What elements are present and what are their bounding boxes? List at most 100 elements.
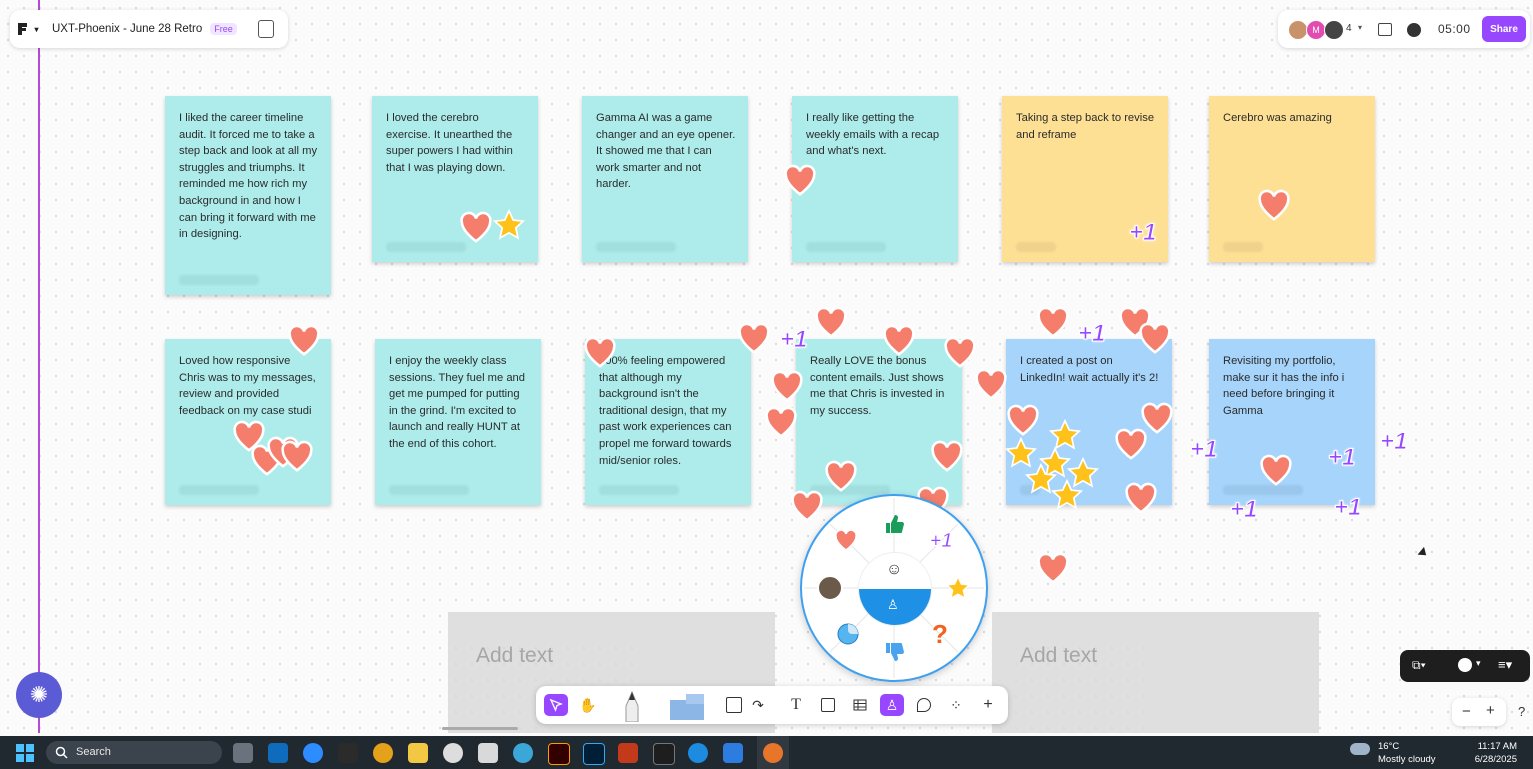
chrome-icon[interactable] (373, 743, 393, 763)
collaborator-count[interactable]: 4 (1346, 23, 1352, 34)
photoshop-icon[interactable] (583, 743, 605, 765)
shape-type-icon[interactable]: ⧉▾ (1412, 658, 1426, 673)
notepad-icon[interactable] (723, 743, 743, 763)
heart-icon[interactable] (814, 306, 848, 340)
plus-one-stamp[interactable]: +1 (1379, 428, 1407, 456)
heart-icon[interactable] (287, 324, 321, 358)
heart-icon[interactable] (830, 524, 862, 556)
plus-one-stamp[interactable]: +1 (1333, 494, 1361, 522)
plus-one-stamp[interactable]: +1 (924, 526, 958, 556)
app-icon[interactable] (618, 743, 638, 763)
file-explorer-icon[interactable] (408, 743, 428, 763)
plan-badge[interactable]: Free (210, 23, 237, 35)
heart-icon[interactable] (1036, 552, 1070, 586)
heart-icon[interactable] (764, 406, 798, 440)
heart-icon[interactable] (737, 322, 771, 356)
heart-icon[interactable] (459, 211, 493, 245)
heart-icon[interactable] (1114, 428, 1148, 462)
heart-icon[interactable] (943, 336, 977, 370)
star-icon[interactable] (1050, 478, 1084, 512)
timer[interactable]: 05:00 (1438, 22, 1471, 36)
system-clock[interactable]: 11:17 AM 6/28/2025 (1475, 740, 1517, 766)
sticky-note[interactable]: I enjoy the weekly class sessions. They … (375, 339, 541, 505)
section-tool-icon[interactable] (816, 694, 840, 716)
scrollbar-handle[interactable] (442, 727, 518, 730)
heart-icon[interactable] (1259, 454, 1293, 488)
sticky-note[interactable]: I liked the career timeline audit. It fo… (165, 96, 331, 295)
heart-icon[interactable] (1138, 322, 1172, 356)
heart-icon[interactable] (824, 460, 858, 494)
avatar[interactable] (1324, 20, 1344, 40)
chevron-down-icon[interactable]: ▾ (1476, 658, 1481, 669)
heart-icon[interactable] (280, 440, 314, 474)
thumbs-down-icon[interactable] (878, 636, 910, 668)
heart-icon[interactable] (783, 164, 817, 198)
pen-tool-icon[interactable] (620, 690, 644, 722)
app-icon[interactable] (443, 743, 463, 763)
layout-icon[interactable] (1378, 23, 1392, 36)
stamp-icon[interactable]: ♙ (887, 597, 899, 613)
plus-one-stamp[interactable]: +1 (1077, 320, 1105, 348)
avatar[interactable] (814, 572, 846, 604)
more-tools-icon[interactable]: + (976, 694, 1000, 716)
hand-tool-icon[interactable]: ✋ (576, 694, 600, 716)
plus-one-stamp[interactable]: +1 (1229, 496, 1257, 524)
sticky-note[interactable]: Gamma AI was a game changer and an eye o… (582, 96, 748, 262)
heart-icon[interactable] (974, 368, 1008, 402)
zoom-app-icon[interactable] (303, 743, 323, 763)
sticky-note[interactable]: Cerebro was amazing (1209, 96, 1375, 262)
figjam-menu-button[interactable]: ▾ (10, 10, 44, 48)
thumbs-up-icon[interactable] (878, 508, 910, 540)
share-button[interactable]: Share (1482, 16, 1526, 42)
document-icon[interactable] (478, 743, 498, 763)
outlook-icon[interactable] (268, 743, 288, 763)
heart-icon[interactable] (770, 370, 804, 404)
emoji-icon[interactable]: ☺ (886, 561, 902, 579)
shape-tool-icon[interactable] (722, 694, 746, 716)
figma-icon[interactable] (338, 743, 358, 763)
star-icon[interactable] (492, 208, 526, 242)
plus-one-stamp[interactable]: +1 (779, 326, 807, 354)
terminal-icon[interactable] (653, 743, 675, 765)
ai-assistant-button[interactable]: ✺ (16, 672, 62, 718)
heart-icon[interactable] (882, 324, 916, 358)
browser-icon[interactable] (513, 743, 533, 763)
text-box[interactable]: Add text (992, 612, 1319, 733)
heart-icon[interactable] (583, 336, 617, 370)
plus-one-stamp[interactable]: +1 (1128, 219, 1156, 247)
heart-icon[interactable] (1124, 482, 1158, 516)
plus-one-stamp[interactable]: +1 (1327, 444, 1355, 472)
zoom-out-icon[interactable]: − (1462, 703, 1471, 720)
text-tool-icon[interactable]: T (784, 694, 808, 716)
comment-tool-icon[interactable] (912, 694, 936, 716)
heart-icon[interactable] (1036, 306, 1070, 340)
heart-icon[interactable] (1257, 189, 1291, 223)
duplicate-icon[interactable] (258, 20, 274, 38)
illustrator-icon[interactable] (548, 743, 570, 765)
move-tool-icon[interactable] (544, 694, 568, 716)
marker-tool-icon[interactable] (666, 692, 710, 720)
file-name[interactable]: UXT-Phoenix - June 28 Retro (52, 23, 202, 35)
plus-one-stamp[interactable]: +1 (1189, 436, 1217, 464)
heart-icon[interactable] (1006, 404, 1040, 438)
widgets-tool-icon[interactable]: ⁘ (944, 694, 968, 716)
stamp-tool-icon[interactable]: ♙ (880, 694, 904, 716)
connector-tool-icon[interactable]: ↷ (746, 694, 770, 716)
taskbar-search[interactable]: Search (46, 741, 222, 764)
wheel-center[interactable]: ☺ ♙ (858, 552, 932, 626)
help-icon[interactable]: ? (1518, 704, 1525, 719)
task-view-icon[interactable] (233, 743, 253, 763)
stroke-menu-icon[interactable]: ≡▾ (1498, 657, 1512, 673)
table-tool-icon[interactable] (848, 694, 872, 716)
zoom-in-icon[interactable]: + (1486, 702, 1495, 719)
heart-icon[interactable] (930, 440, 964, 474)
star-icon[interactable] (942, 572, 974, 604)
avatar[interactable] (1288, 20, 1308, 40)
color-picker-icon[interactable] (1458, 658, 1472, 672)
sticky-note[interactable]: Really LOVE the bonus content emails. Ju… (796, 339, 962, 505)
windows-start-icon[interactable] (16, 744, 34, 762)
chevron-down-icon[interactable]: ▾ (1358, 23, 1362, 32)
weather-widget[interactable]: 16°C Mostly cloudy (1350, 740, 1436, 766)
app-icon[interactable] (688, 743, 708, 763)
avatar[interactable]: M (1306, 20, 1326, 40)
